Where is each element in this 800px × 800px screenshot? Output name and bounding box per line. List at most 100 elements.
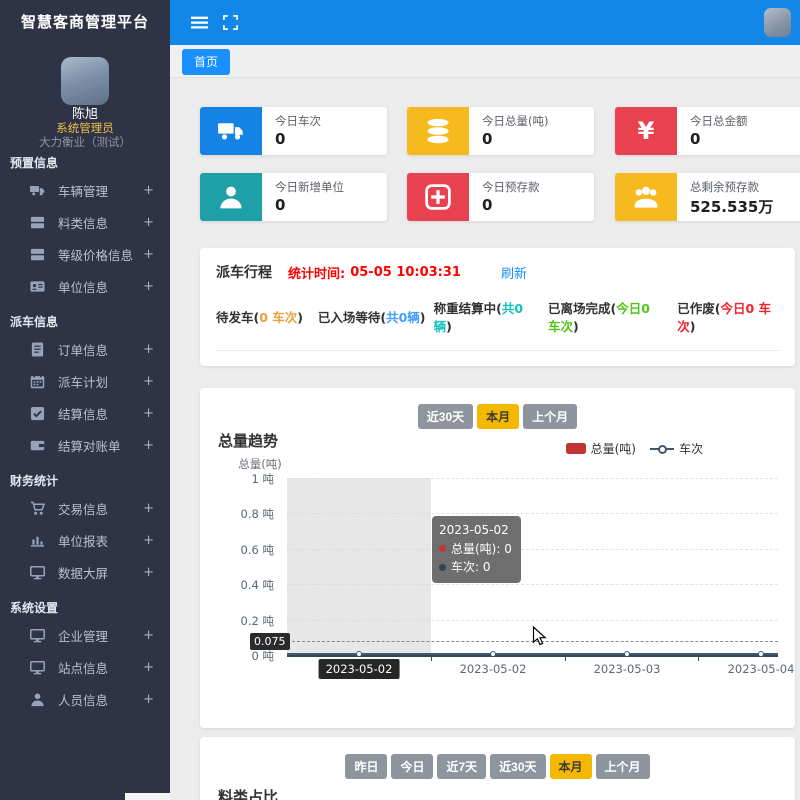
tab-home[interactable]: 首页 [182, 49, 230, 75]
status-voided[interactable]: 已作废(今日0 车次) [677, 300, 781, 336]
stat-label: 今日总金额 [690, 113, 748, 129]
stat-label: 今日车次 [275, 113, 321, 129]
user-avatar[interactable] [61, 57, 109, 105]
status-weighing-settling[interactable]: 称重结算中(共0辆) [434, 300, 530, 336]
sidebar-item-order[interactable]: 订单信息 + [0, 333, 170, 365]
x-tick-label: 2023-05-03 [594, 662, 661, 676]
sidebar-scrollbar[interactable] [125, 793, 170, 800]
range-button-7days[interactable]: 近7天 [437, 754, 486, 779]
sidebar-item-label: 企业管理 [58, 626, 143, 645]
refresh-link[interactable]: 刷新 [501, 263, 527, 282]
stat-value: 0 [482, 196, 540, 214]
expand-plus-icon[interactable]: + [143, 533, 154, 548]
stat-card-today-amount: ¥ 今日总金额 0 [615, 107, 800, 155]
sidebar-item-label: 单位报表 [58, 531, 143, 550]
sidebar: 智慧客商管理平台 陈旭 系统管理员 大力衡业（测试） 预置信息 车辆管理 + 料… [0, 0, 170, 800]
sidebar-item-dispatch-plan[interactable]: 派车计划 + [0, 365, 170, 397]
sidebar-item-label: 人员信息 [58, 690, 143, 709]
cart-icon [30, 500, 46, 516]
sidebar-item-unit[interactable]: 单位信息 + [0, 270, 170, 302]
main-content: 今日车次 0 今日总量(吨) 0 ¥ 今日总金额 0 今日新增单位 0 [170, 78, 800, 800]
truck-icon [30, 182, 46, 198]
truck-icon [200, 107, 262, 155]
data-point-marker[interactable] [758, 651, 764, 657]
expand-plus-icon[interactable]: + [143, 565, 154, 580]
status-departed-complete[interactable]: 已离场完成(今日0 车次) [548, 300, 657, 336]
expand-plus-icon[interactable]: + [143, 342, 154, 357]
monitor-icon [30, 627, 46, 643]
order-file-icon [30, 341, 46, 357]
fullscreen-icon[interactable] [222, 14, 239, 31]
sidebar-item-vehicle[interactable]: 车辆管理 + [0, 174, 170, 206]
sidebar-item-label: 派车计划 [58, 372, 143, 391]
status-entered-waiting[interactable]: 已入场等待(共0辆) [318, 309, 434, 327]
price-box-icon [30, 246, 46, 262]
sidebar-item-enterprise[interactable]: 企业管理 + [0, 619, 170, 651]
expand-plus-icon[interactable]: + [143, 501, 154, 516]
legend-label: 总量(吨) [591, 440, 636, 457]
sidebar-item-unit-report[interactable]: 单位报表 + [0, 524, 170, 556]
expand-plus-icon[interactable]: + [143, 215, 154, 230]
trip-status-row: 待发车(0 车次) 已入场等待(共0辆) 称重结算中(共0辆) 已离场完成(今日… [216, 300, 781, 351]
sidebar-item-label: 结算对账单 [58, 436, 143, 455]
stat-value: 525.535万 [690, 196, 773, 217]
range-button-last-month[interactable]: 上个月 [596, 754, 650, 779]
expand-plus-icon[interactable]: + [143, 660, 154, 675]
range-button-today[interactable]: 今日 [391, 754, 433, 779]
sidebar-item-station[interactable]: 站点信息 + [0, 651, 170, 683]
legend-trips[interactable]: 车次 [650, 440, 703, 457]
data-point-marker[interactable] [624, 651, 630, 657]
y-tick: 0 吨 [214, 648, 274, 664]
x-tick-label: 2023-05-04 [728, 662, 795, 676]
sidebar-item-label: 等级价格信息 [58, 245, 143, 264]
expand-plus-icon[interactable]: + [143, 438, 154, 453]
hamburger-icon[interactable] [191, 14, 208, 31]
tooltip-title: 2023-05-02 [439, 521, 512, 540]
legend-tonnage[interactable]: 总量(吨) [566, 440, 636, 457]
stat-time-value: 05-05 10:03:31 [350, 265, 461, 280]
range-button-last-month[interactable]: 上个月 [523, 404, 577, 429]
calendar-icon [30, 373, 46, 389]
sidebar-item-label: 车辆管理 [58, 181, 143, 200]
expand-plus-icon[interactable]: + [143, 247, 154, 262]
sidebar-item-data-screen[interactable]: 数据大屏 + [0, 556, 170, 588]
range-button-yesterday[interactable]: 昨日 [345, 754, 387, 779]
expand-plus-icon[interactable]: + [143, 406, 154, 421]
sidebar-item-settlement[interactable]: 结算信息 + [0, 397, 170, 429]
expand-plus-icon[interactable]: + [143, 279, 154, 294]
tooltip-row: 总量(吨): 0 [439, 540, 512, 559]
sidebar-item-personnel[interactable]: 人员信息 + [0, 683, 170, 715]
topbar-avatar[interactable] [764, 8, 791, 37]
wallet-icon [30, 437, 46, 453]
material-title: 料类占比 [218, 786, 278, 800]
expand-plus-icon[interactable]: + [143, 374, 154, 389]
expand-plus-icon[interactable]: + [143, 628, 154, 643]
expand-plus-icon[interactable]: + [143, 183, 154, 198]
app-title: 智慧客商管理平台 [0, 0, 170, 45]
expand-plus-icon[interactable]: + [143, 692, 154, 707]
check-square-icon [30, 405, 46, 421]
sidebar-item-material[interactable]: 料类信息 + [0, 206, 170, 238]
axis-pointer-band [287, 478, 431, 655]
section-label-preset: 预置信息 [0, 152, 170, 174]
y-tick: 0.4 吨 [214, 577, 274, 593]
range-button-30days[interactable]: 近30天 [490, 754, 545, 779]
sidebar-item-statement[interactable]: 结算对账单 + [0, 429, 170, 461]
sidebar-item-label: 订单信息 [58, 340, 143, 359]
sidebar-item-grade-price[interactable]: 等级价格信息 + [0, 238, 170, 270]
data-point-marker[interactable] [356, 651, 362, 657]
y-tick: 0.8 吨 [214, 506, 274, 522]
status-waiting-departure[interactable]: 待发车(0 车次) [216, 309, 318, 327]
range-button-30days[interactable]: 近30天 [418, 404, 473, 429]
trend-panel: 近30天 本月 上个月 总量趋势 总量(吨) 车次 总量(吨) 1 吨 0.8 [200, 388, 795, 728]
trend-range-buttons: 近30天 本月 上个月 [200, 388, 795, 429]
user-company: 大力衡业（测试） [0, 134, 170, 150]
data-point-marker[interactable] [490, 651, 496, 657]
stat-label: 今日预存款 [482, 179, 540, 195]
sidebar-item-transaction[interactable]: 交易信息 + [0, 492, 170, 524]
range-button-this-month[interactable]: 本月 [550, 754, 592, 779]
sidebar-item-label: 结算信息 [58, 404, 143, 423]
stat-card-today-trips: 今日车次 0 [200, 107, 387, 155]
trip-panel-title: 派车行程 [216, 262, 272, 282]
range-button-this-month[interactable]: 本月 [477, 404, 519, 429]
